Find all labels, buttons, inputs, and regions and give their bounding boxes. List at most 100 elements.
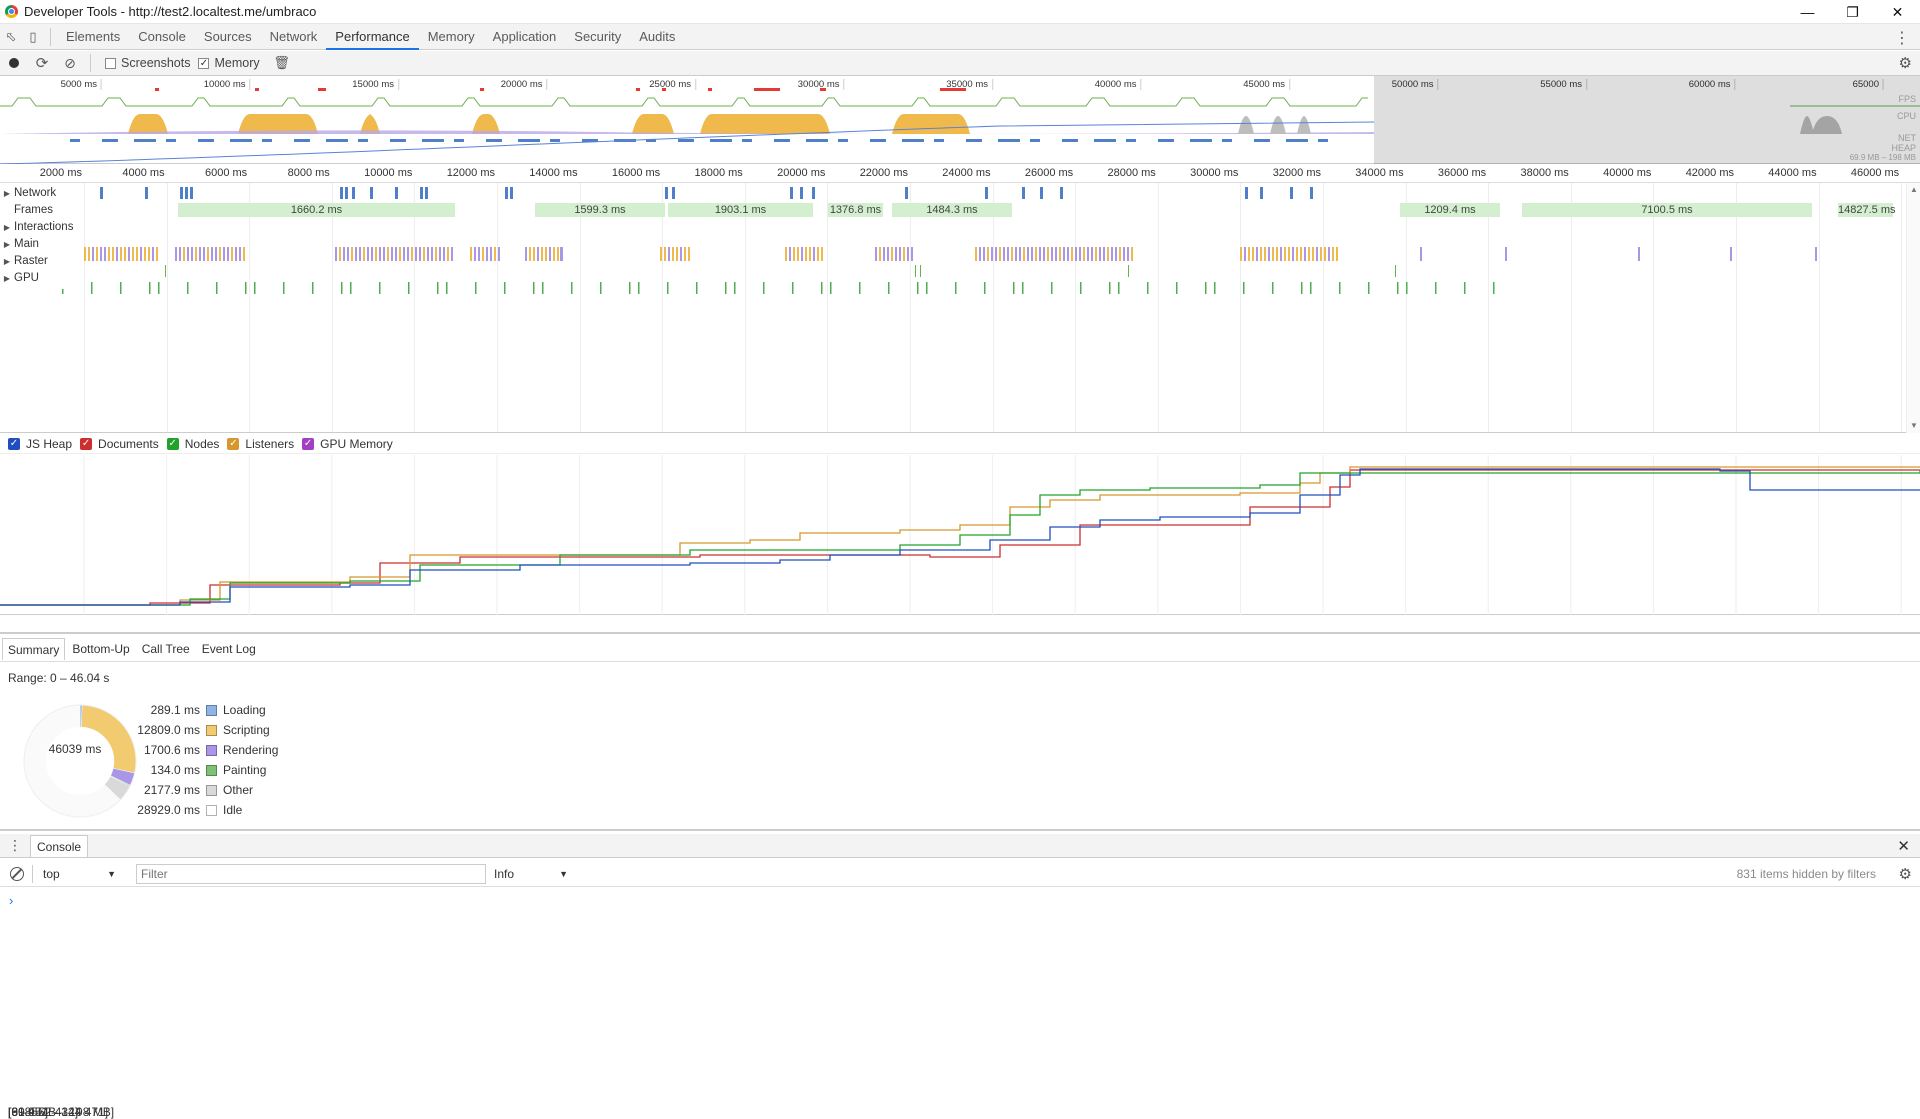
- tab-network[interactable]: Network: [261, 24, 327, 50]
- timeline-overview[interactable]: 5000 ms 10000 ms 15000 ms 20000 ms 25000 ms 3…: [0, 76, 1920, 164]
- tab-list: Elements Console Sources Network Performance…: [57, 24, 684, 50]
- legend-label: Painting: [223, 763, 267, 777]
- frame-duration[interactable]: 1484.3 ms: [892, 203, 1012, 217]
- reload-record-button[interactable]: ⟳: [28, 52, 56, 74]
- tab-performance[interactable]: Performance: [326, 24, 419, 50]
- panel-splitter[interactable]: [0, 632, 1920, 634]
- subtab-call-tree[interactable]: Call Tree: [137, 638, 195, 660]
- frame-duration[interactable]: 1660.2 ms: [178, 203, 455, 217]
- ruler-tick: 22000 ms: [859, 167, 908, 179]
- device-toolbar-icon[interactable]: ▯: [22, 26, 44, 48]
- frame-duration[interactable]: 1376.8 ms: [828, 203, 883, 217]
- overview-tick: 30000 ms: [794, 79, 845, 90]
- tab-elements[interactable]: Elements: [57, 24, 129, 50]
- subtab-bottom-up[interactable]: Bottom-Up: [67, 638, 134, 660]
- screenshots-label: Screenshots: [121, 56, 191, 70]
- frame-duration[interactable]: 1209.4 ms: [1400, 203, 1500, 217]
- frame-duration[interactable]: 1599.3 ms: [535, 203, 665, 217]
- close-drawer-icon[interactable]: ✕: [1897, 837, 1910, 855]
- checkbox-checked-icon: ✓: [8, 437, 20, 450]
- ruler-tick: 40000 ms: [1603, 167, 1652, 179]
- tab-sources[interactable]: Sources: [195, 24, 261, 50]
- memory-label: Memory: [214, 56, 260, 70]
- overview-tick: 35000 ms: [942, 79, 993, 90]
- dropdown-arrow-icon: ▼: [107, 868, 116, 879]
- console-settings-icon[interactable]: ⚙: [1899, 865, 1912, 883]
- console-filter-input[interactable]: [136, 863, 486, 884]
- inspect-element-icon[interactable]: ⬁: [0, 26, 22, 48]
- scroll-down-icon[interactable]: ▼: [1910, 421, 1918, 430]
- subtab-summary[interactable]: Summary: [2, 637, 66, 660]
- flamechart-area[interactable]: ▶ Network Frames 1660.2 ms 1599.3 ms 1903.1 …: [0, 183, 1920, 433]
- subtab-event-log[interactable]: Event Log: [197, 638, 261, 660]
- scroll-up-icon[interactable]: ▲: [1910, 185, 1918, 194]
- restore-button[interactable]: ❐: [1830, 0, 1875, 24]
- checkbox-checked-icon: ✓: [227, 437, 240, 450]
- ruler-tick: 30000 ms: [1190, 167, 1239, 179]
- tab-application[interactable]: Application: [484, 24, 566, 50]
- tab-audits[interactable]: Audits: [630, 24, 684, 50]
- tab-console[interactable]: Console: [129, 24, 195, 50]
- console-prompt[interactable]: ›: [9, 893, 13, 908]
- legend-value: 2177.9 ms: [143, 783, 200, 797]
- record-button[interactable]: [0, 52, 28, 74]
- ruler-tick: 42000 ms: [1685, 167, 1734, 179]
- garbage-collect-icon[interactable]: 🗑: [268, 52, 296, 74]
- counter-range: [618 – 2 432]: [8, 1105, 79, 1119]
- memory-counter-chart[interactable]: [0, 455, 1920, 615]
- timeline-ruler: 2000 ms 4000 ms 6000 ms 8000 ms 10000 ms 1200…: [0, 165, 1920, 183]
- counter-listeners[interactable]: ✓ [618 – 2 432] Listeners: [8, 437, 294, 1119]
- heap-range-label: 69.9 MB – 198 MB: [1849, 153, 1916, 162]
- counter-name: GPU Memory: [320, 436, 393, 451]
- counter-name: Nodes: [184, 436, 220, 451]
- close-window-button[interactable]: ✕: [1875, 0, 1920, 24]
- ruler-tick: 10000 ms: [364, 167, 413, 179]
- net-label: NET: [1898, 133, 1916, 143]
- capture-settings-icon[interactable]: ⚙: [1899, 54, 1912, 72]
- tab-security[interactable]: Security: [565, 24, 630, 50]
- legend-row-loading: 289.1 ms Loading: [120, 700, 278, 720]
- frame-duration[interactable]: 14827.5 ms: [1838, 203, 1895, 217]
- clear-button[interactable]: ⊘: [56, 52, 84, 74]
- ruler-tick: 24000 ms: [942, 167, 991, 179]
- drawer-menu-icon[interactable]: ⋮: [0, 837, 30, 854]
- flamechart-scrollbar[interactable]: ▲ ▼: [1906, 183, 1920, 433]
- separator: [90, 54, 91, 72]
- counter-nodes[interactable]: ✓ [30 451 – 144 471] Nodes: [8, 436, 220, 1119]
- separator: [50, 27, 51, 46]
- drawer-splitter[interactable]: [0, 829, 1920, 831]
- frame-duration[interactable]: 7100.5 ms: [1522, 203, 1812, 217]
- tab-memory[interactable]: Memory: [419, 24, 484, 50]
- window-title: Developer Tools - http://test2.localtest…: [24, 4, 317, 19]
- track-gpu-label[interactable]: ▶ GPU: [0, 268, 82, 289]
- track-gpu[interactable]: ▶ GPU: [0, 268, 1905, 289]
- ruler-tick: 16000 ms: [611, 167, 661, 179]
- legend-row-painting: 134.0 ms Painting: [120, 760, 278, 780]
- legend-swatch: [206, 704, 217, 716]
- overview-tick: 25000 ms: [645, 79, 696, 90]
- more-options-icon[interactable]: ⋮: [1894, 28, 1910, 48]
- ruler-tick: 4000 ms: [122, 167, 165, 179]
- memory-checkbox[interactable]: ✓ Memory: [198, 56, 260, 70]
- legend-label: Rendering: [223, 743, 279, 757]
- context-selector[interactable]: top ▼: [32, 864, 120, 883]
- legend-row-other: 2177.9 ms Other: [120, 780, 278, 800]
- log-level-selector[interactable]: Info ▼: [494, 865, 572, 883]
- ruler-tick: 28000 ms: [1107, 167, 1156, 179]
- minimize-button[interactable]: —: [1785, 0, 1830, 24]
- screenshots-checkbox[interactable]: Screenshots: [105, 56, 190, 70]
- counter-gpu-memory[interactable]: ✓ GPU Memory: [302, 437, 393, 451]
- legend-swatch: [206, 724, 217, 736]
- clear-console-icon[interactable]: [10, 866, 24, 881]
- counter-js-heap[interactable]: ✓ [69.9 MB – 198 MB] JS Heap: [8, 437, 114, 1119]
- summary-legend: 289.1 ms Loading 12809.0 ms Scripting 1700.6…: [120, 700, 278, 820]
- ruler-tick: 46000 ms: [1850, 167, 1900, 179]
- counter-documents[interactable]: ✓ [9 – 55] Documents: [8, 437, 159, 1119]
- chrome-logo-icon: [5, 5, 18, 18]
- overview-tick: 45000 ms: [1239, 79, 1290, 90]
- ruler-tick: 2000 ms: [39, 167, 82, 179]
- frame-duration[interactable]: 1903.1 ms: [668, 203, 813, 217]
- drawer-tab-console[interactable]: Console: [30, 834, 89, 857]
- ruler-tick: 32000 ms: [1272, 167, 1321, 179]
- legend-value: 28929.0 ms: [137, 803, 200, 817]
